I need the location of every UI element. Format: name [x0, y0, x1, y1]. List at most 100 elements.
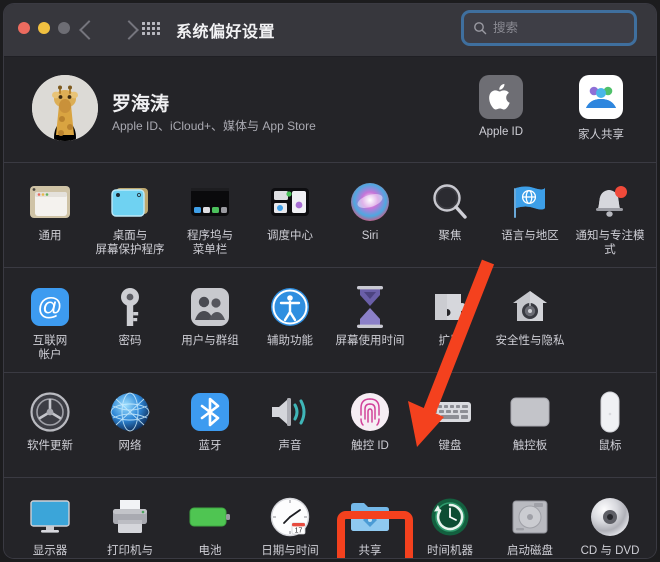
- trackpad-icon: [507, 389, 553, 435]
- grid-dot: [142, 32, 145, 35]
- mouse-icon: [587, 389, 633, 435]
- pref-item-sharing[interactable]: 共享: [330, 490, 410, 558]
- search-input[interactable]: [493, 21, 613, 35]
- show-all-grid-icon[interactable]: [142, 22, 160, 35]
- pref-item-notifications-focus[interactable]: 通知与专注模式: [570, 175, 650, 261]
- pref-label: 软件更新: [27, 440, 73, 452]
- pref-item-language-region[interactable]: 语言与地区: [490, 175, 570, 261]
- pref-label: 程序坞与 菜单栏: [187, 230, 233, 256]
- keyboard-icon: [427, 389, 473, 435]
- pref-item-keyboard[interactable]: 键盘: [410, 385, 490, 471]
- pref-item-date-time[interactable]: 17 日期与时间: [250, 490, 330, 558]
- avatar[interactable]: [32, 75, 98, 141]
- bluetooth-icon: [187, 389, 233, 435]
- pref-label: CD 与 DVD: [580, 545, 640, 557]
- pref-label: 启动磁盘: [507, 545, 553, 557]
- mission-control-icon: [267, 179, 313, 225]
- pref-item-mission-control[interactable]: 调度中心: [250, 175, 330, 261]
- pref-label: 网络: [118, 440, 142, 452]
- pref-item-users-groups[interactable]: 用户与群组: [170, 280, 250, 366]
- pref-item-siri[interactable]: Siri: [330, 175, 410, 261]
- system-preferences-window: 系统偏好设置 搜索 罗海涛 Apple ID、iCloud+、媒体与 App S…: [4, 4, 656, 558]
- pref-item-general[interactable]: 通用: [10, 175, 90, 261]
- chevron-left-icon: [79, 20, 99, 40]
- pref-item-time-machine[interactable]: 时间机器: [410, 490, 490, 558]
- pref-label: 调度中心: [267, 230, 313, 242]
- pref-item-security-privacy[interactable]: 安全性与隐私: [490, 280, 570, 366]
- grid-dot: [152, 27, 155, 30]
- pref-item-passwords[interactable]: 密码: [90, 280, 170, 366]
- pref-item-printers-scanners[interactable]: 打印机与 扫描仪: [90, 490, 170, 558]
- sound-speaker-icon: [267, 389, 313, 435]
- pref-item-software-update[interactable]: 软件更新: [10, 385, 90, 471]
- zoom-button: [58, 22, 70, 34]
- minimize-button[interactable]: [38, 22, 50, 34]
- chevron-right-icon: [119, 20, 139, 40]
- pref-label: 辅助功能: [267, 335, 313, 347]
- pref-label: 扩展: [438, 335, 462, 347]
- pref-label: 共享: [358, 545, 382, 557]
- general-icon: [27, 179, 73, 225]
- accessibility-icon: [267, 284, 313, 330]
- back-button[interactable]: [78, 17, 100, 43]
- pref-item-battery[interactable]: 电池: [170, 490, 250, 558]
- cd-dvd-icon: [587, 494, 633, 540]
- pref-item-cd-dvd[interactable]: CD 与 DVD: [570, 490, 650, 558]
- pref-item-mouse[interactable]: 鼠标: [570, 385, 650, 471]
- touch-id-icon: [347, 389, 393, 435]
- close-button[interactable]: [18, 22, 30, 34]
- pref-label: 蓝牙: [198, 440, 222, 452]
- preferences-row-1: 通用 桌面与 屏幕保护程序 程序坞与 菜单栏 调度中心 Siri 聚焦 语言与地…: [4, 163, 656, 267]
- apple-id-account-row[interactable]: 罗海涛 Apple ID、iCloud+、媒体与 App Store Apple…: [4, 57, 656, 162]
- pref-label: 密码: [118, 335, 142, 347]
- pref-item-trackpad[interactable]: 触控板: [490, 385, 570, 471]
- preferences-row-4: 显示器 打印机与 扫描仪: [4, 478, 656, 558]
- battery-icon: [187, 494, 233, 540]
- pref-item-dock-menubar[interactable]: 程序坞与 菜单栏: [170, 175, 250, 261]
- network-globe-icon: [107, 389, 153, 435]
- pref-item-accessibility[interactable]: 辅助功能: [250, 280, 330, 366]
- traffic-lights: [18, 22, 70, 34]
- grid-dot: [147, 32, 150, 35]
- pref-item-spotlight[interactable]: 聚焦: [410, 175, 490, 261]
- pref-label: 聚焦: [438, 230, 462, 242]
- pref-label: 用户与群组: [181, 335, 239, 347]
- pref-item-startup-disk[interactable]: 启动磁盘: [490, 490, 570, 558]
- apple-logo-icon: [479, 75, 523, 119]
- search-field[interactable]: [464, 13, 634, 43]
- title-bar: 系统偏好设置: [4, 4, 656, 57]
- pref-item-displays[interactable]: 显示器: [10, 490, 90, 558]
- search-icon: [474, 22, 487, 35]
- family-sharing-tile[interactable]: 家人共享: [564, 75, 638, 142]
- apple-id-tile[interactable]: Apple ID: [464, 75, 538, 142]
- empty-slot-icon: [587, 284, 633, 330]
- security-privacy-icon: [507, 284, 553, 330]
- users-groups-icon: [187, 284, 233, 330]
- family-sharing-tile-label: 家人共享: [578, 129, 624, 141]
- passwords-key-icon: [107, 284, 153, 330]
- family-glyph: [586, 86, 616, 108]
- grid-dot: [152, 22, 155, 25]
- pref-item-network[interactable]: 网络: [90, 385, 170, 471]
- pref-item-desktop-screensaver[interactable]: 桌面与 屏幕保护程序: [90, 175, 170, 261]
- pref-item-internet-accounts[interactable]: @ 互联网 帐户: [10, 280, 90, 366]
- pref-item-screen-time[interactable]: 屏幕使用时间: [330, 280, 410, 366]
- extensions-puzzle-icon: [427, 284, 473, 330]
- grid-dot: [157, 27, 160, 30]
- grid-dot: [142, 22, 145, 25]
- pref-item-bluetooth[interactable]: 蓝牙: [170, 385, 250, 471]
- forward-button[interactable]: [118, 17, 140, 43]
- family-sharing-icon: [579, 75, 623, 119]
- pref-item-touch-id[interactable]: 触控 ID: [330, 385, 410, 471]
- grid-dot: [157, 22, 160, 25]
- apple-glyph: [489, 83, 510, 110]
- pref-label: 安全性与隐私: [495, 335, 565, 347]
- pref-label: 触控 ID: [351, 440, 389, 452]
- pref-item-extensions[interactable]: 扩展: [410, 280, 490, 366]
- siri-icon: [347, 179, 393, 225]
- notifications-focus-icon: [587, 179, 633, 225]
- grid-dot: [147, 22, 150, 25]
- navigation-buttons: [78, 17, 140, 43]
- preferences-content: 罗海涛 Apple ID、iCloud+、媒体与 App Store Apple…: [4, 57, 656, 558]
- pref-item-sound[interactable]: 声音: [250, 385, 330, 471]
